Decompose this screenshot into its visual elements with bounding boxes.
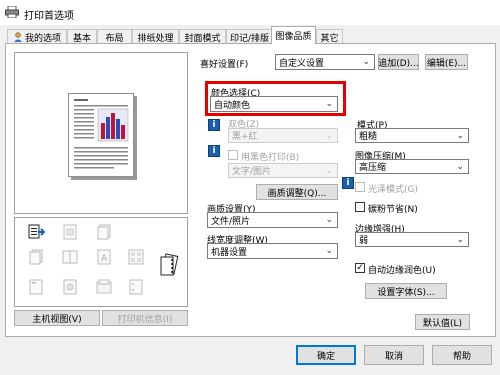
edit-favorite-button[interactable]: 编辑(E)... (425, 54, 468, 70)
tab-label: 我的选项 (24, 33, 61, 44)
black-print-select[interactable]: 文字/图片 ⌄ (228, 163, 338, 178)
favorite-select[interactable]: 自定义设置 ⌄ (275, 54, 375, 70)
quality-setting-value: 文件/照片 (211, 216, 251, 227)
black-print-value: 文字/图片 (232, 167, 272, 177)
tab-label: 图像品质 (275, 32, 312, 42)
default-button[interactable]: 默认值(L) (415, 314, 470, 330)
tab-image-quality[interactable]: 图像品质 (271, 26, 316, 44)
help-button[interactable]: 帮助 (432, 345, 492, 365)
stamp-icon (63, 279, 77, 295)
text-page-icon: A (97, 249, 111, 265)
highlight-box (205, 81, 346, 116)
compression-select[interactable]: 高压缩 ⌄ (355, 159, 469, 174)
duplex-icon (29, 249, 43, 265)
quality-setting-select[interactable]: 文件/照片 ⌄ (207, 212, 338, 228)
black-print-label: 用黑色打印(B) (241, 153, 300, 163)
favorite-value: 自定义设置 (279, 58, 325, 69)
chevron-down-icon: ⌄ (325, 246, 333, 256)
cover-icon (96, 279, 112, 294)
tab-my-options[interactable]: 我的选项 (7, 29, 67, 44)
quality-adjust-button[interactable]: 画质调整(Q)... (256, 184, 338, 200)
title-bar (0, 0, 500, 25)
printer-icon (5, 6, 19, 18)
ok-button[interactable]: 确定 (296, 345, 356, 365)
print-mode-icon[interactable] (27, 223, 45, 241)
edge-enhance-select[interactable]: 弱 ⌄ (355, 232, 469, 247)
info-icon: i (342, 177, 354, 189)
font-settings-button[interactable]: 设置字体(S)... (365, 283, 447, 299)
tab-basic[interactable]: 基本 (67, 29, 97, 44)
chevron-down-icon: ⌄ (325, 215, 333, 225)
tab-stamp-layout[interactable]: 印记/排版 (226, 29, 273, 44)
staple-icon (29, 279, 43, 295)
tab-label: 封面模式 (184, 33, 221, 44)
dual-color-value: 黑+红 (232, 132, 258, 142)
chevron-down-icon: ⌄ (456, 130, 464, 141)
glossy-label: 光泽模式(G) (368, 185, 418, 195)
tab-label: 其它 (320, 33, 339, 44)
tab-cover-mode[interactable]: 封面模式 (179, 29, 226, 44)
auto-trapping-checkbox[interactable]: ✓ (355, 263, 365, 273)
toner-save-label: 碳粉节省(N) (368, 205, 418, 215)
booklet-icon (62, 250, 78, 264)
info-icon: i (208, 145, 220, 157)
tab-other[interactable]: 其它 (316, 29, 343, 44)
pattern-select[interactable]: 粗糙 ⌄ (355, 128, 469, 143)
glossy-checkbox[interactable] (355, 182, 365, 192)
info-icon: i (208, 119, 220, 131)
finishing-icon[interactable] (159, 253, 179, 277)
chevron-down-icon: ⌄ (325, 165, 333, 176)
preview-page-content (74, 99, 129, 169)
n-up-icon (128, 249, 144, 265)
user-icon (13, 32, 22, 42)
edge-enhance-value: 弱 (359, 236, 369, 246)
tab-label: 布局 (105, 33, 124, 44)
tab-label: 排纸处理 (137, 33, 174, 44)
tab-label: 印记/排版 (229, 33, 270, 44)
add-favorite-button[interactable]: 追加(D)... (378, 54, 419, 70)
chevron-down-icon: ⌄ (456, 234, 464, 245)
dual-color-select[interactable]: 黑+红 ⌄ (228, 128, 338, 143)
window-title: 打印首选项 (24, 11, 74, 22)
chevron-down-icon: ⌄ (325, 130, 333, 141)
favorite-label: 喜好设置(F) (200, 60, 249, 70)
tab-finishing[interactable]: 排纸处理 (132, 29, 179, 44)
tab-layout[interactable]: 布局 (97, 29, 132, 44)
line-width-value: 机器设置 (211, 247, 248, 258)
pattern-value: 粗糙 (359, 132, 378, 142)
svg-text:A: A (101, 254, 108, 264)
color-page-icon (63, 224, 77, 240)
line-width-select[interactable]: 机器设置 ⌄ (207, 243, 338, 259)
compression-value: 高压缩 (359, 163, 387, 173)
cancel-button[interactable]: 取消 (364, 345, 424, 365)
auto-trapping-label: 自动边缘润色(U) (368, 266, 436, 276)
toner-save-checkbox[interactable] (355, 202, 365, 212)
chevron-down-icon: ⌄ (362, 57, 370, 67)
printer-info-button[interactable]: 打印机信息(I) (102, 310, 188, 326)
chevron-down-icon: ⌄ (456, 161, 464, 172)
tab-label: 基本 (72, 33, 91, 44)
black-print-checkbox[interactable] (228, 150, 238, 160)
punch-icon (129, 279, 143, 295)
main-view-button[interactable]: 主机视图(V) (14, 310, 100, 326)
multi-page-icon (97, 224, 111, 240)
